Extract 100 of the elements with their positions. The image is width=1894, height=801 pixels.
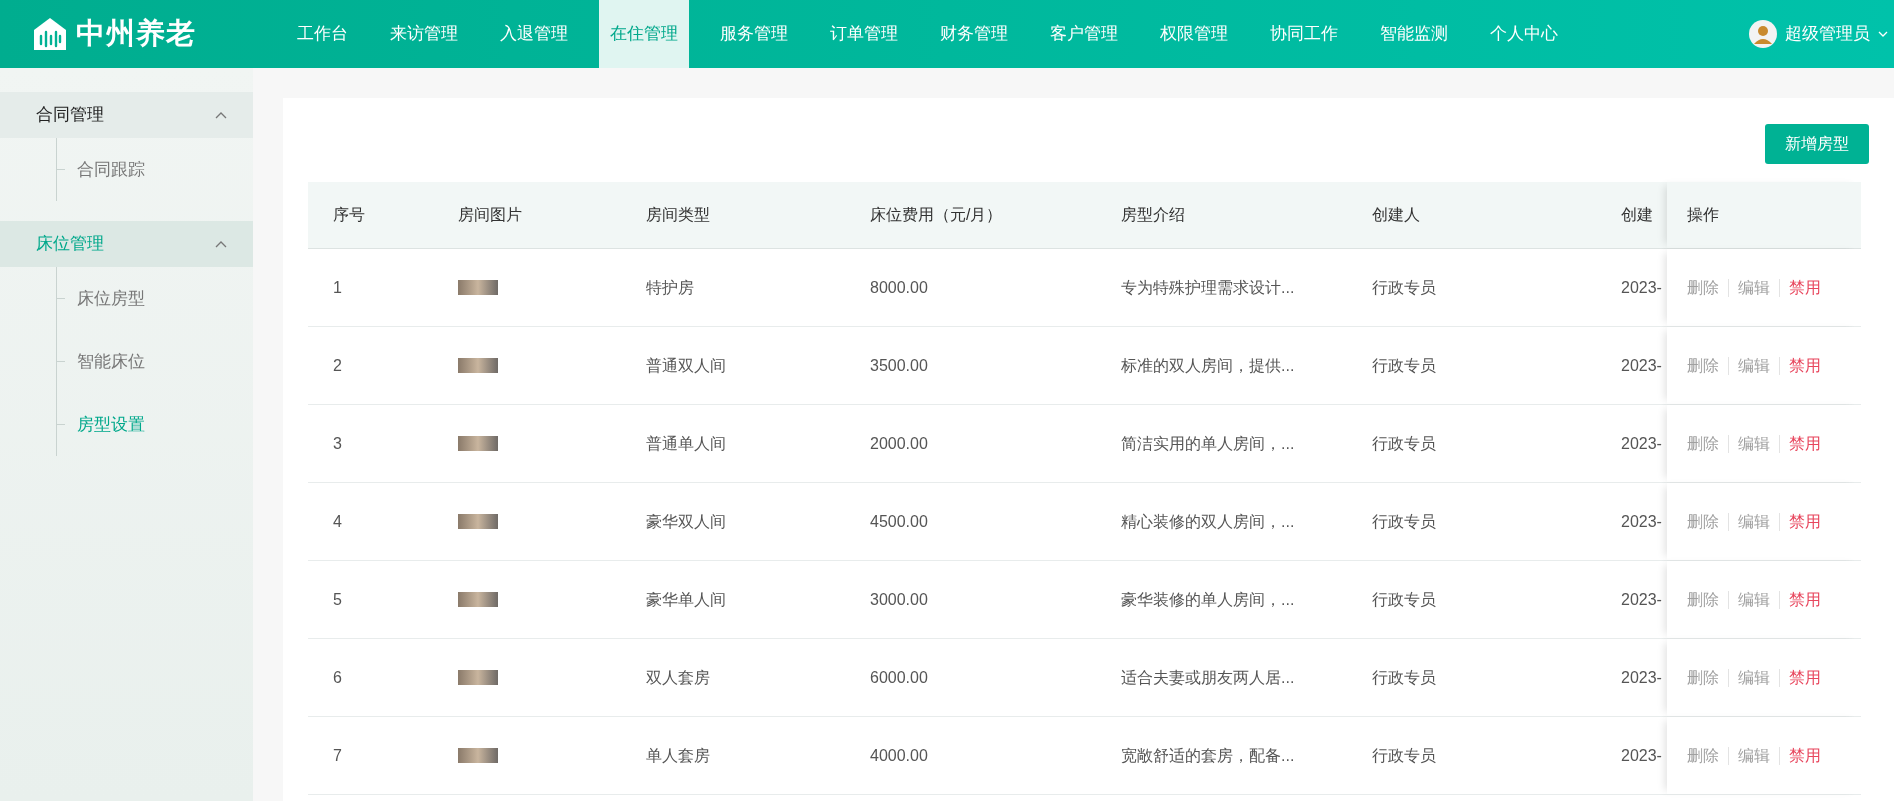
- nav-tab[interactable]: 客户管理: [1039, 0, 1129, 68]
- column-header: 房间类型: [646, 206, 710, 223]
- table-cell: 3500.00: [870, 356, 928, 374]
- action-link[interactable]: 编辑: [1738, 665, 1770, 690]
- chevron-down-icon[interactable]: [1878, 30, 1888, 38]
- table-cell: 豪华单人间: [646, 590, 726, 608]
- avatar-icon[interactable]: [1749, 20, 1777, 48]
- nav-tab[interactable]: 智能监测: [1369, 0, 1459, 68]
- action-link[interactable]: 禁用: [1789, 587, 1821, 612]
- table-cell: 单人套房: [646, 746, 710, 764]
- table-cell: 标准的双人房间，提供...: [1121, 356, 1295, 374]
- sidebar-group[interactable]: 床位管理: [0, 221, 253, 267]
- action-link[interactable]: 禁用: [1789, 509, 1821, 534]
- sidebar-item[interactable]: 合同跟踪: [77, 156, 145, 183]
- column-header: 房间图片: [458, 206, 522, 223]
- table-cell: 2023-: [1621, 590, 1662, 608]
- action-link[interactable]: 禁用: [1789, 353, 1821, 378]
- table-cell: 5: [333, 590, 342, 608]
- photo-placeholder: [458, 358, 498, 373]
- nav-tab[interactable]: 协同工作: [1259, 0, 1349, 68]
- table-cell: 2023-: [1621, 278, 1662, 296]
- table-cell: 行政专员: [1372, 512, 1436, 530]
- table-cell: 精心装修的双人房间，...: [1121, 512, 1295, 530]
- chevron-up-icon[interactable]: [215, 111, 227, 119]
- nav-tab[interactable]: 个人中心: [1479, 0, 1569, 68]
- table-cell: 行政专员: [1372, 434, 1436, 452]
- action-link[interactable]: 禁用: [1789, 275, 1821, 300]
- table-cell: 2: [333, 356, 342, 374]
- table-cell: 普通单人间: [646, 434, 726, 452]
- table-cell: 3000.00: [870, 590, 928, 608]
- table-cell: 2023-: [1621, 668, 1662, 686]
- column-header: 操作: [1687, 205, 1719, 225]
- action-link[interactable]: 编辑: [1738, 353, 1770, 378]
- action-link[interactable]: 删除: [1687, 509, 1719, 534]
- photo-placeholder: [458, 280, 498, 295]
- action-link[interactable]: 编辑: [1738, 743, 1770, 768]
- sidebar-item[interactable]: 床位房型: [77, 285, 145, 312]
- photo-placeholder: [458, 514, 498, 529]
- nav-tab[interactable]: 来访管理: [379, 0, 469, 68]
- table-cell: 2000.00: [870, 434, 928, 452]
- table-cell: 适合夫妻或朋友两人居...: [1121, 668, 1295, 686]
- table-cell: 行政专员: [1372, 590, 1436, 608]
- nav-tab[interactable]: 服务管理: [709, 0, 799, 68]
- table-cell: 行政专员: [1372, 278, 1436, 296]
- table-cell: 4500.00: [870, 512, 928, 530]
- photo-placeholder: [458, 436, 498, 451]
- table-cell: 8000.00: [870, 278, 928, 296]
- table-cell: 2023-: [1621, 512, 1662, 530]
- action-link[interactable]: 禁用: [1789, 665, 1821, 690]
- nav-tab[interactable]: 工作台: [286, 0, 359, 68]
- nav-tab[interactable]: 订单管理: [819, 0, 909, 68]
- table-cell: 特护房: [646, 278, 694, 296]
- table-cell: 1: [333, 278, 342, 296]
- action-link[interactable]: 编辑: [1738, 509, 1770, 534]
- action-link[interactable]: 编辑: [1738, 275, 1770, 300]
- table-cell: 4000.00: [870, 746, 928, 764]
- photo-placeholder: [458, 670, 498, 685]
- sidebar-item[interactable]: 智能床位: [77, 348, 145, 375]
- action-link[interactable]: 删除: [1687, 587, 1719, 612]
- table-cell: 3: [333, 434, 342, 452]
- column-header: 房型介绍: [1121, 206, 1185, 223]
- action-link[interactable]: 禁用: [1789, 431, 1821, 456]
- action-link[interactable]: 删除: [1687, 431, 1719, 456]
- nav-tab[interactable]: 在住管理: [599, 0, 689, 68]
- action-link[interactable]: 删除: [1687, 275, 1719, 300]
- table-cell: 行政专员: [1372, 746, 1436, 764]
- table-cell: 双人套房: [646, 668, 710, 686]
- column-header: 床位费用（元/月）: [870, 206, 1003, 223]
- action-link[interactable]: 编辑: [1738, 587, 1770, 612]
- table-cell: 行政专员: [1372, 356, 1436, 374]
- table-cell: 豪华装修的单人房间，...: [1121, 590, 1295, 608]
- sidebar-group[interactable]: 合同管理: [0, 92, 253, 138]
- table-cell: 普通双人间: [646, 356, 726, 374]
- column-header: 创建: [1621, 206, 1653, 223]
- nav-tab[interactable]: 入退管理: [489, 0, 579, 68]
- action-link[interactable]: 禁用: [1789, 743, 1821, 768]
- column-header: 序号: [333, 206, 365, 223]
- table-cell: 7: [333, 746, 342, 764]
- add-room-type-button[interactable]: 新增房型: [1765, 124, 1869, 164]
- table-cell: 简洁实用的单人房间，...: [1121, 434, 1295, 452]
- nav-tab[interactable]: 权限管理: [1149, 0, 1239, 68]
- table-cell: 豪华双人间: [646, 512, 726, 530]
- column-header: 创建人: [1372, 206, 1420, 223]
- logo-icon: [32, 16, 68, 52]
- chevron-up-icon[interactable]: [215, 240, 227, 248]
- table-cell: 6000.00: [870, 668, 928, 686]
- table-cell: 6: [333, 668, 342, 686]
- action-link[interactable]: 删除: [1687, 665, 1719, 690]
- action-link[interactable]: 删除: [1687, 743, 1719, 768]
- logo-text: 中州养老: [76, 16, 196, 52]
- photo-placeholder: [458, 592, 498, 607]
- table-cell: 4: [333, 512, 342, 530]
- user-name[interactable]: 超级管理员: [1785, 21, 1870, 47]
- photo-placeholder: [458, 748, 498, 763]
- nav-tab[interactable]: 财务管理: [929, 0, 1019, 68]
- sidebar-item[interactable]: 房型设置: [77, 411, 145, 438]
- action-link[interactable]: 编辑: [1738, 431, 1770, 456]
- table-cell: 2023-: [1621, 746, 1662, 764]
- action-link[interactable]: 删除: [1687, 353, 1719, 378]
- table-cell: 2023-: [1621, 434, 1662, 452]
